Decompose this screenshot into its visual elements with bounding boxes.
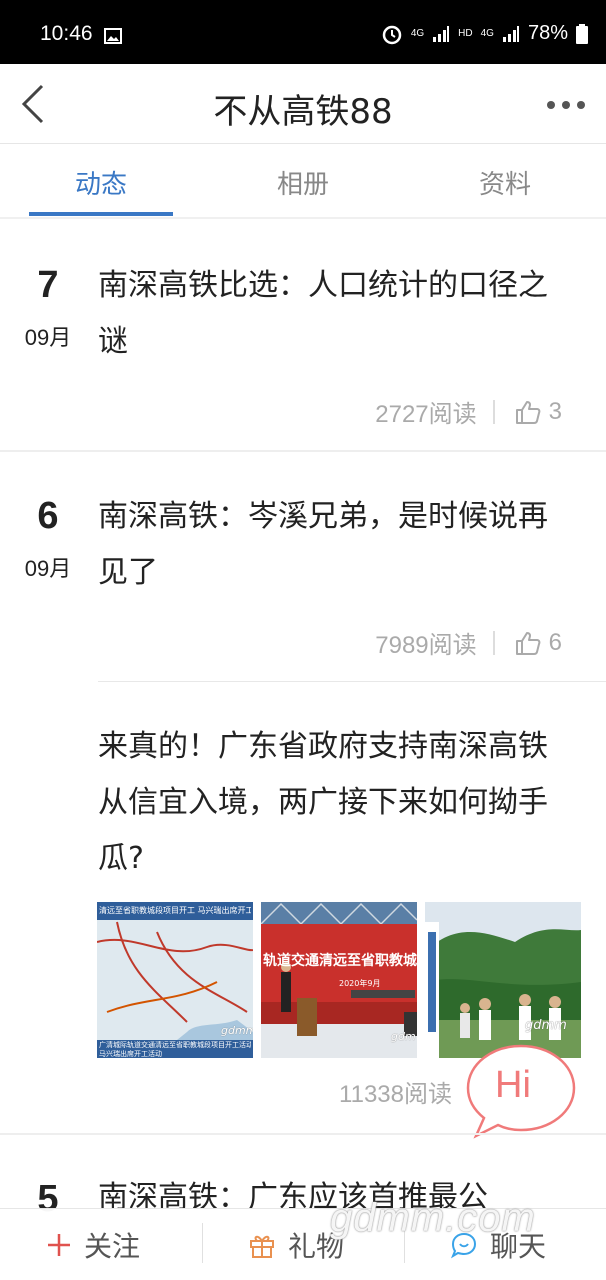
post-photos: 清远至省职教城段项目开工 马兴瑞出席开工 广清城际轨道交通清远至省职教城段项目开… [97,902,581,1058]
net-label-2: 4G [480,27,494,39]
post-day: 7 [37,264,59,306]
photo-map-caption-2: 马兴瑞出席开工活动 [99,1050,162,1058]
post-stats: 7989阅读 6 [375,625,562,660]
page-title: 不从高铁88 [213,92,393,132]
image-notification-icon [104,28,122,44]
post-stats: 11338阅读 [339,1074,452,1109]
follow-label: 关注 [84,1230,141,1263]
battery-percent: 78% [527,22,568,44]
tab-bar: 动态 相册 资料 [0,144,606,218]
site-watermark: gdmm.com [330,1196,536,1240]
tabs-divider [0,217,606,219]
post-divider [0,1133,606,1135]
signal-icon [433,25,450,42]
post-title[interactable]: 南深高铁比选：人口统计的口径之谜 [98,258,568,370]
photo-ceremony-watermark: gdm [391,1030,416,1043]
post-month: 09月 [24,325,72,350]
photo-ceremony[interactable]: 轨道交通清远至省职教城 2020年9月 gdm [261,902,417,1058]
photo-map-banner: 清远至省职教城段项目开工 马兴瑞出席开工 [99,906,251,915]
follow-button[interactable]: 关注 [46,1225,140,1265]
stats-separator [492,399,495,424]
hi-bubble-label: Hi [495,1064,531,1106]
net-label-1: 4G [410,27,425,39]
signal-icon-2 [502,25,519,42]
tab-profile[interactable]: 资料 [430,164,580,201]
nav-bar: 不从高铁88 [0,64,606,144]
read-count: 7989阅读 [375,632,477,659]
photo-map-watermark: gdmm [221,1024,253,1037]
post-divider [0,450,606,452]
post-title[interactable]: 来真的！广东省政府支持南深高铁从信宜入境，两广接下来如何拗手瓜? [98,719,568,887]
like-count: 6 [548,628,562,656]
status-right: 4G HD 4G 78% [381,22,588,45]
photo-outdoor[interactable]: gdmm [425,902,581,1058]
photo-outdoor-watermark: gdmm [525,1018,567,1033]
plus-icon [48,1234,70,1256]
post-day: 6 [37,495,59,537]
active-tab-indicator [29,212,173,216]
photo-outdoor-image [425,902,581,1058]
more-icon[interactable] [546,100,586,110]
tab-album[interactable]: 相册 [228,164,378,201]
read-count: 11338阅读 [339,1081,452,1108]
post-divider [98,681,606,682]
bottom-separator [202,1223,203,1263]
read-count: 2727阅读 [375,401,477,428]
gift-icon [250,1235,274,1258]
post-stats: 2727阅读 3 [375,394,562,429]
tab-dynamic[interactable]: 动态 [26,164,176,201]
photo-map[interactable]: 清远至省职教城段项目开工 马兴瑞出席开工 广清城际轨道交通清远至省职教城段项目开… [97,902,253,1058]
status-time: 10:46 [40,22,93,45]
like-count: 3 [548,397,562,425]
post-title[interactable]: 南深高铁：岑溪兄弟，是时候说再见了 [98,489,568,601]
battery-icon [576,23,588,44]
stats-separator [492,630,495,655]
post-month: 09月 [24,556,72,581]
hd-label: HD [458,27,473,39]
alarm-icon [382,25,402,44]
thumbs-up-icon[interactable] [515,630,541,656]
thumbs-up-icon[interactable] [515,399,541,425]
photo-ceremony-date: 2020年9月 [339,979,381,988]
photo-ceremony-banner: 轨道交通清远至省职教城 [263,953,417,969]
status-bar: 10:46 4G HD 4G 78% [0,0,606,64]
